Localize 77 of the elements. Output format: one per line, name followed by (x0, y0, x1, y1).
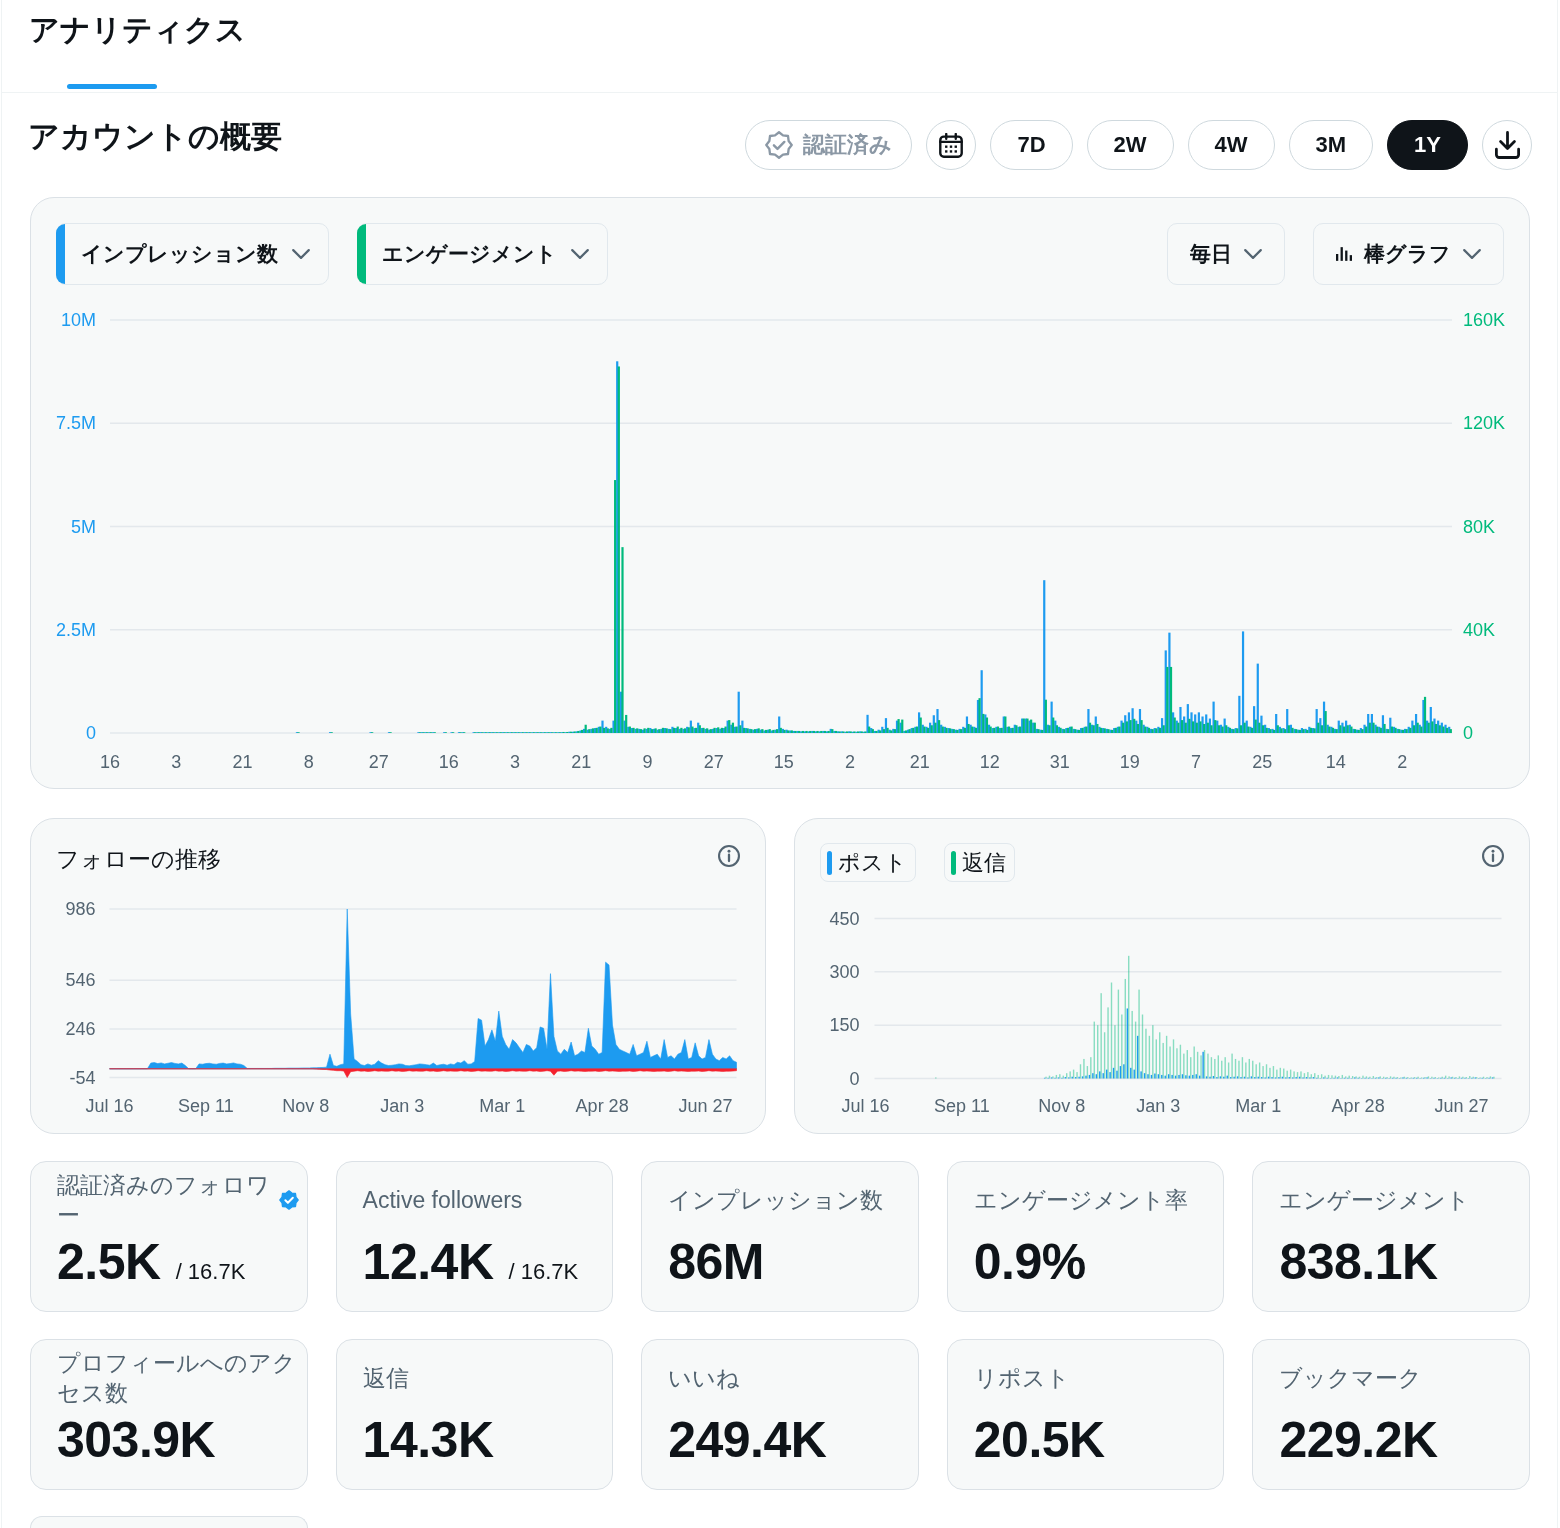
stat-value: 2.5K (57, 1234, 161, 1290)
stat-label: リポスト (973, 1364, 1071, 1393)
axis-label: 246 (65, 1018, 96, 1039)
axis-label: Mar 1 (1235, 1095, 1282, 1116)
axis-label: 12 (979, 752, 1000, 772)
axis-label: 21 (571, 752, 592, 772)
axis-label: 21 (909, 752, 930, 772)
page-title: アナリティクス (29, 12, 246, 48)
stat-label: インプレッション数 (668, 1186, 885, 1215)
axis-label: 160K (1463, 310, 1506, 330)
stat-value: 303.9K (57, 1412, 216, 1468)
axis-label: 27 (368, 752, 389, 772)
axis-label: 19 (1119, 752, 1140, 772)
axis-label: 2.5M (55, 619, 96, 640)
stat-total: / 16.7K (508, 1259, 579, 1285)
stat-label: エンゲージメント (1279, 1186, 1472, 1215)
axis-label: Jun 27 (678, 1095, 733, 1116)
axis-label: 25 (1252, 752, 1273, 772)
stat-label: ブックマーク (1279, 1364, 1424, 1393)
axis-label: 0 (1463, 723, 1473, 743)
axis-label: Jul 16 (841, 1095, 890, 1116)
axis-label: 3 (171, 752, 182, 772)
axis-label: 7 (1191, 752, 1201, 772)
axis-label: Mar 1 (479, 1095, 526, 1116)
axis-label: 150 (829, 1014, 860, 1035)
axis-label: Nov 8 (282, 1095, 330, 1116)
axis-label: Sep 11 (934, 1095, 990, 1116)
stat-label: 返信 (362, 1364, 410, 1393)
stat-label: プロフィールへのアクセス数 (57, 1349, 297, 1408)
axis-label: Jun 27 (1434, 1095, 1489, 1116)
axis-label: Jan 3 (1136, 1095, 1181, 1116)
stat-value: 12.4K (362, 1234, 494, 1290)
axis-label: 80K (1463, 516, 1496, 537)
axis-label: Jul 16 (85, 1095, 134, 1116)
axis-label: 0 (86, 723, 96, 743)
axis-label: 15 (773, 752, 794, 772)
axis-label: Nov 8 (1038, 1095, 1086, 1116)
axis-label: 2 (1397, 752, 1408, 772)
stat-value: 0.9% (973, 1234, 1086, 1290)
axis-label: 31 (1049, 752, 1070, 772)
stat-label: Active followers (362, 1186, 524, 1215)
section-title: アカウントの概要 (28, 118, 282, 156)
axis-label: 546 (65, 969, 96, 990)
stat-value: 838.1K (1279, 1234, 1438, 1290)
axis-label: 2 (844, 752, 855, 772)
axis-label: Apr 28 (575, 1095, 629, 1116)
axis-label: 8 (303, 752, 314, 772)
stat-label: エンゲージメント率 (973, 1186, 1189, 1215)
axis-label: 16 (438, 752, 459, 772)
axis-label: 986 (65, 898, 96, 919)
axis-label: 7.5M (55, 413, 96, 434)
stat-value: 86M (668, 1234, 764, 1290)
stat-value: 229.2K (1279, 1412, 1438, 1468)
stat-value: 20.5K (973, 1412, 1105, 1468)
axis-label: 10M (61, 310, 96, 330)
axis-label: 21 (232, 752, 253, 772)
stat-label: 認証済みのフォロワー (57, 1171, 271, 1230)
axis-label: 300 (829, 961, 860, 982)
axis-label: 16 (100, 752, 120, 772)
axis-label: Apr 28 (1331, 1095, 1385, 1116)
axis-label: Sep 11 (178, 1095, 234, 1116)
axis-label: 0 (849, 1068, 860, 1088)
axis-label: 40K (1463, 619, 1496, 640)
stat-value: 249.4K (668, 1412, 827, 1468)
axis-label: -54 (69, 1067, 96, 1087)
axis-label: 5M (71, 516, 96, 537)
stat-label: いいね (668, 1364, 742, 1393)
axis-label: 120K (1463, 413, 1506, 434)
axis-label: 14 (1325, 752, 1346, 772)
stat-value: 14.3K (362, 1412, 494, 1468)
axis-label: 3 (509, 752, 520, 772)
stat-total: / 16.7K (175, 1259, 246, 1285)
axis-label: 450 (829, 908, 860, 928)
axis-label: Jan 3 (380, 1095, 425, 1116)
axis-label: 27 (703, 752, 724, 772)
axis-label: 9 (642, 752, 653, 772)
chart-title: フォローの推移 (56, 845, 221, 874)
